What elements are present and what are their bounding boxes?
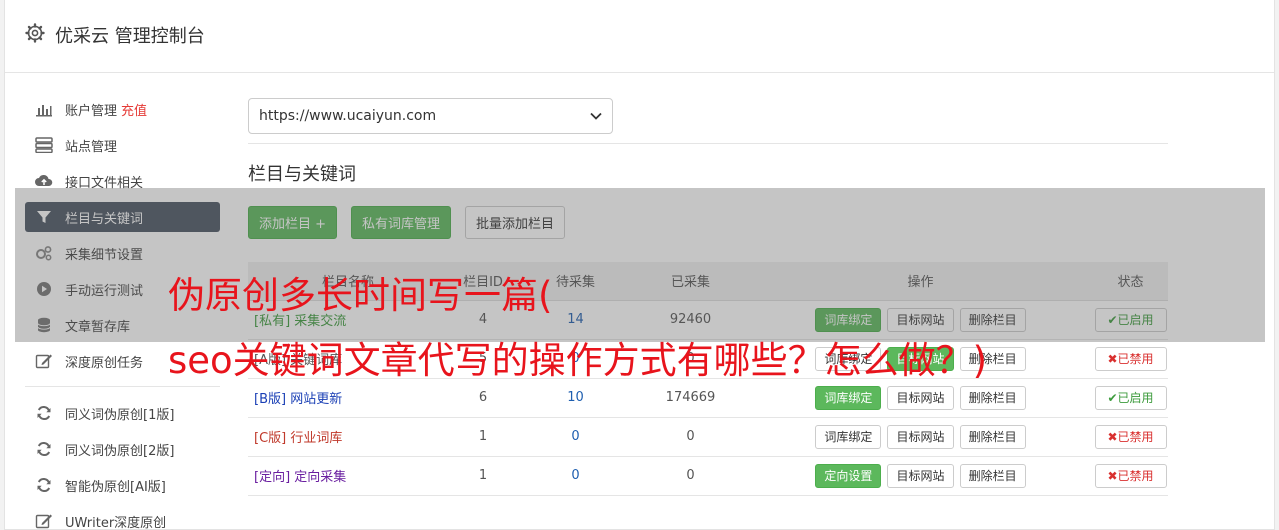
lexicon-bind-button[interactable]: 词库绑定	[815, 424, 882, 449]
header-bar: 优采云 管理控制台	[5, 0, 1274, 73]
sidebar-item-uwriter[interactable]: UWriter深度原创	[25, 506, 220, 530]
status-toggle[interactable]: ✖已禁用	[1094, 463, 1167, 488]
lexicon-bind-button[interactable]: 定向设置	[815, 463, 882, 488]
sidebar-item-label: UWriter深度原创	[65, 515, 167, 530]
gear-icon	[25, 23, 45, 43]
headline-line-1: 伪原创多长时间写一篇(	[168, 274, 553, 317]
row-status: ✔已启用	[1093, 378, 1168, 418]
status-toggle[interactable]: ✔已启用	[1094, 385, 1167, 410]
row-actions: 定向设置 目标网站 删除栏目	[748, 456, 1093, 496]
target-site-button[interactable]: 目标网站	[887, 385, 954, 410]
divider	[248, 143, 1168, 144]
column-name[interactable]: [C版] 行业词库	[248, 417, 448, 457]
column-name[interactable]: [定向] 定向采集	[248, 456, 448, 496]
site-select[interactable]: https://www.ucaiyun.com	[248, 98, 613, 134]
collected-count: 0	[633, 456, 748, 496]
row-actions: 词库绑定 目标网站 删除栏目	[748, 417, 1093, 457]
collected-count: 0	[633, 417, 748, 457]
sidebar-item-label: 站点管理	[65, 139, 118, 155]
chevron-down-icon	[590, 112, 602, 120]
pending-count[interactable]: 0	[518, 417, 633, 457]
lexicon-bind-button[interactable]: 词库绑定	[815, 385, 882, 410]
pending-count[interactable]: 0	[518, 456, 633, 496]
refresh-icon	[37, 478, 51, 492]
sidebar-item-label: 账户管理	[65, 103, 118, 119]
sidebar-item-label: 深度原创任务	[65, 355, 144, 371]
sidebar-item-label: 智能伪原创[AI版]	[65, 479, 166, 495]
server-icon	[35, 137, 53, 153]
status-toggle[interactable]: ✖已禁用	[1094, 346, 1167, 371]
delete-column-button[interactable]: 删除栏目	[959, 385, 1026, 410]
page-title: 优采云 管理控制台	[55, 26, 205, 47]
refresh-icon	[37, 406, 51, 420]
sidebar-item-ai-rewrite[interactable]: 智能伪原创[AI版]	[25, 470, 220, 500]
refresh-icon	[37, 442, 51, 456]
sidebar-item-account[interactable]: 账户管理 充值	[25, 94, 220, 124]
delete-column-button[interactable]: 删除栏目	[959, 463, 1026, 488]
sidebar-item-synonym-v2[interactable]: 同义词伪原创[2版]	[25, 434, 220, 464]
row-status: ✖已禁用	[1093, 456, 1168, 496]
site-select-value: https://www.ucaiyun.com	[259, 108, 437, 124]
sidebar-item-label: 同义词伪原创[1版]	[65, 407, 175, 423]
table-row: [C版] 行业词库 1 0 0 词库绑定 目标网站 删除栏目 ✖已禁用	[248, 417, 1168, 457]
sidebar-item-label: 同义词伪原创[2版]	[65, 443, 175, 459]
sidebar-divider	[25, 386, 220, 387]
status-toggle[interactable]: ✖已禁用	[1094, 424, 1167, 449]
target-site-button[interactable]: 目标网站	[887, 463, 954, 488]
edit-icon	[35, 354, 52, 369]
row-status: ✖已禁用	[1093, 339, 1168, 379]
delete-column-button[interactable]: 删除栏目	[959, 424, 1026, 449]
recharge-link[interactable]: 充值	[121, 100, 147, 119]
section-title: 栏目与关键词	[248, 164, 356, 185]
bar-chart-icon	[36, 105, 52, 117]
headline-line-2: seo关键词文章代写的操作方式有哪些？怎么做？)	[168, 339, 988, 382]
sidebar-item-sites[interactable]: 站点管理	[25, 130, 220, 160]
column-id: 1	[448, 456, 518, 496]
column-id: 1	[448, 417, 518, 457]
cloud-upload-icon	[35, 174, 53, 186]
table-row: [定向] 定向采集 1 0 0 定向设置 目标网站 删除栏目 ✖已禁用	[248, 456, 1168, 496]
edit-icon	[35, 514, 52, 529]
target-site-button[interactable]: 目标网站	[887, 424, 954, 449]
row-status: ✖已禁用	[1093, 417, 1168, 457]
sidebar-item-synonym-v1[interactable]: 同义词伪原创[1版]	[25, 398, 220, 428]
